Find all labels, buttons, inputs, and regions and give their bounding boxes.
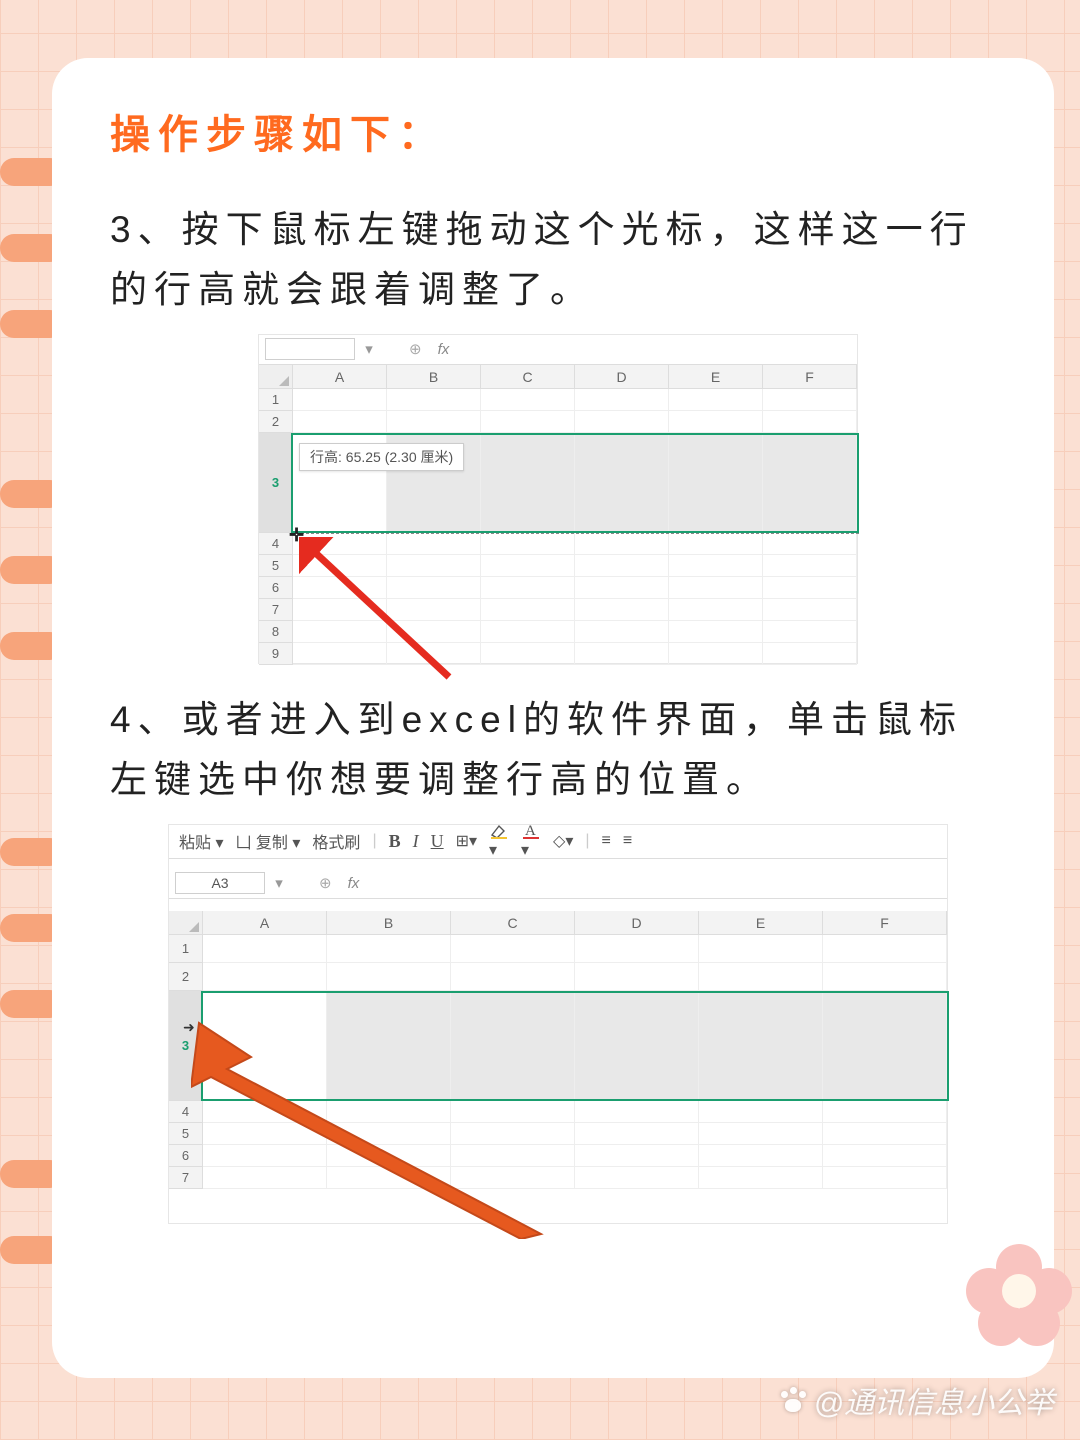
bold-button[interactable]: B: [389, 831, 401, 852]
row-2[interactable]: 2: [259, 411, 292, 433]
underline-button[interactable]: U: [431, 831, 444, 852]
row2-7[interactable]: 7: [169, 1167, 202, 1189]
row-6[interactable]: 6: [259, 577, 292, 599]
svg-text:A: A: [525, 823, 536, 839]
eraser-button[interactable]: ◇▾: [553, 831, 573, 851]
col2-C[interactable]: C: [451, 911, 575, 934]
format-painter-button[interactable]: 格式刷: [312, 829, 360, 853]
col-C[interactable]: C: [481, 365, 575, 388]
row-headers-2[interactable]: 1 2 3 4 5 6 7: [169, 935, 203, 1189]
select-all-corner[interactable]: [259, 365, 293, 388]
note-card: 操作步骤如下： 3、按下鼠标左键拖动这个光标，这样这一行的行高就会跟着调整了。 …: [52, 58, 1054, 1378]
row-height-tooltip: 行高: 65.25 (2.30 厘米): [299, 443, 464, 471]
col2-E[interactable]: E: [699, 911, 823, 934]
resize-cursor-icon: ✛: [289, 525, 304, 546]
paste-button[interactable]: 粘贴 ▾: [179, 829, 223, 853]
name-box-2[interactable]: A3: [175, 872, 265, 894]
row-headers[interactable]: 1 2 3 4 5 6 7 8 9: [259, 389, 293, 665]
row-4[interactable]: 4: [259, 533, 292, 555]
step-3-text: 3、按下鼠标左键拖动这个光标，这样这一行的行高就会跟着调整了。: [110, 200, 1006, 320]
italic-button[interactable]: I: [413, 831, 419, 852]
col2-F[interactable]: F: [823, 911, 947, 934]
col-D[interactable]: D: [575, 365, 669, 388]
screenshot-1: ▾ ⊕ fx A B C D E F 1 2 3: [258, 334, 858, 664]
col2-D[interactable]: D: [575, 911, 699, 934]
fill-color-button[interactable]: ▾: [489, 822, 509, 860]
align-left-button[interactable]: ≡: [602, 832, 611, 850]
namebox-dropdown-icon-2[interactable]: ▾: [271, 874, 287, 892]
namebox-dropdown-icon[interactable]: ▾: [361, 340, 377, 358]
font-color-button[interactable]: A▾: [521, 822, 541, 860]
watermark: @通讯信息小公举: [778, 1378, 1054, 1422]
paw-icon: [778, 1387, 808, 1413]
row2-4[interactable]: 4: [169, 1101, 202, 1123]
border-button[interactable]: ⊞▾: [456, 831, 477, 851]
row2-5[interactable]: 5: [169, 1123, 202, 1145]
align-center-button[interactable]: ≡: [623, 832, 632, 850]
column-headers-2[interactable]: A B C D E F: [169, 911, 947, 935]
zoom-icon[interactable]: ⊕: [409, 340, 422, 358]
cells-area[interactable]: [293, 389, 857, 665]
watermark-text: @通讯信息小公举: [814, 1378, 1054, 1422]
select-all-corner-2[interactable]: [169, 911, 203, 934]
section-title: 操作步骤如下：: [110, 102, 1006, 160]
col2-A[interactable]: A: [203, 911, 327, 934]
row2-1[interactable]: 1: [169, 935, 202, 963]
row-3[interactable]: 3: [259, 433, 292, 533]
row-5[interactable]: 5: [259, 555, 292, 577]
row2-2[interactable]: 2: [169, 963, 202, 991]
fx-label-2[interactable]: fx: [348, 875, 360, 892]
row-pointer-icon: ➜: [183, 1019, 195, 1036]
ribbon-toolbar: 粘贴 ▾ 凵 复制 ▾ 格式刷 | B I U ⊞▾ ▾ A▾ ◇▾ | ≡ ≡: [169, 825, 947, 859]
col-A[interactable]: A: [293, 365, 387, 388]
col-E[interactable]: E: [669, 365, 763, 388]
col2-B[interactable]: B: [327, 911, 451, 934]
copy-button[interactable]: 凵 复制 ▾: [235, 829, 300, 853]
row-8[interactable]: 8: [259, 621, 292, 643]
row-1[interactable]: 1: [259, 389, 292, 411]
column-headers[interactable]: A B C D E F: [259, 365, 857, 389]
cells-area-2[interactable]: [203, 935, 947, 1189]
col-B[interactable]: B: [387, 365, 481, 388]
formula-bar: ▾ ⊕ fx: [259, 335, 857, 365]
fx-label[interactable]: fx: [438, 341, 450, 358]
zoom-icon-2[interactable]: ⊕: [319, 874, 332, 892]
screenshot-2: 粘贴 ▾ 凵 复制 ▾ 格式刷 | B I U ⊞▾ ▾ A▾ ◇▾ | ≡ ≡…: [168, 824, 948, 1224]
flower-decoration: [964, 1244, 1074, 1354]
step-4-text: 4、或者进入到excel的软件界面，单击鼠标左键选中你想要调整行高的位置。: [110, 690, 1006, 810]
formula-bar-2: A3 ▾ ⊕ fx: [169, 869, 947, 899]
row2-3[interactable]: 3: [169, 991, 202, 1101]
row2-6[interactable]: 6: [169, 1145, 202, 1167]
col-F[interactable]: F: [763, 365, 857, 388]
name-box[interactable]: [265, 338, 355, 360]
resize-guide: [291, 533, 859, 534]
row-9[interactable]: 9: [259, 643, 292, 665]
row-7[interactable]: 7: [259, 599, 292, 621]
